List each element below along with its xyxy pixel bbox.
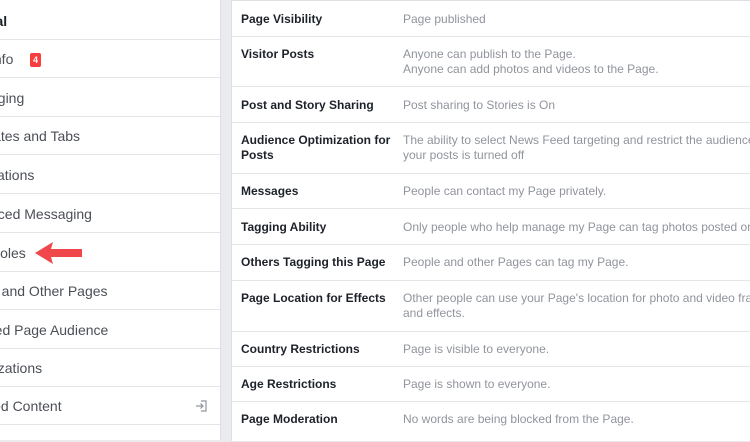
setting-row-page-location-effects[interactable]: Page Location for Effects Other people c… — [232, 281, 750, 332]
sidebar-item-label: led Content — [0, 398, 62, 414]
setting-row-tagging-ability[interactable]: Tagging Ability Only people who help man… — [232, 209, 750, 245]
setting-key: Tagging Ability — [241, 220, 327, 234]
setting-key: Others Tagging this Page — [241, 255, 386, 269]
sidebar-item-label: e and Other Pages — [0, 283, 108, 299]
sidebar-item-page-info[interactable]: Info 4 — [0, 40, 220, 78]
sidebar-item-messaging[interactable]: aging — [0, 79, 220, 117]
setting-value: The ability to select News Feed targetin… — [403, 133, 750, 147]
settings-panel: Page Visibility Page published Visitor P… — [231, 0, 750, 441]
setting-value: Anyone can add photos and videos to the … — [403, 62, 659, 76]
setting-value: People and other Pages can tag my Page. — [403, 255, 629, 269]
setting-value: Page published — [403, 12, 486, 26]
setting-key: Messages — [241, 184, 299, 198]
sidebar-item-advanced-messaging[interactable]: nced Messaging — [0, 195, 220, 233]
sidebar-item-page-roles[interactable]: Roles — [0, 234, 220, 272]
sidebar-item-preferred-page-audience[interactable]: red Page Audience — [0, 311, 220, 349]
setting-value: and effects. — [403, 306, 465, 320]
sidebar-item-label: red Page Audience — [0, 322, 109, 338]
settings-sidebar: ral Info 4 aging lates and Tabs cations … — [0, 0, 221, 440]
setting-key: Age Restrictions — [241, 377, 337, 391]
setting-value: No words are being blocked from the Page… — [403, 412, 634, 426]
setting-value: Only people who help manage my Page can … — [403, 220, 750, 234]
setting-key: Page Visibility — [241, 12, 323, 26]
sidebar-item-branded-content[interactable]: led Content — [0, 387, 220, 425]
setting-value: Anyone can publish to the Page. — [403, 47, 576, 61]
sidebar-item-label: rizations — [0, 360, 43, 376]
setting-row-age-restrictions[interactable]: Age Restrictions Page is shown to everyo… — [232, 367, 750, 402]
sidebar-item-label: lates and Tabs — [0, 128, 81, 144]
setting-row-audience-optimization[interactable]: Audience Optimization for Posts The abil… — [232, 123, 750, 174]
setting-row-messages[interactable]: Messages People can contact my Page priv… — [232, 174, 750, 209]
sidebar-item-label: ral — [0, 13, 8, 29]
sidebar-item-general[interactable]: ral — [0, 2, 220, 40]
setting-key: Post and Story Sharing — [241, 98, 374, 112]
sidebar-item-label: cations — [0, 167, 35, 183]
setting-key: Visitor Posts — [241, 47, 315, 61]
sidebar-item-notifications[interactable]: cations — [0, 156, 220, 194]
setting-row-page-visibility[interactable]: Page Visibility Page published — [232, 1, 750, 37]
setting-key: Page Location for Effects — [241, 291, 386, 305]
setting-value: People can contact my Page privately. — [403, 184, 607, 198]
sidebar-item-people-and-other-pages[interactable]: e and Other Pages — [0, 272, 220, 310]
setting-value: Post sharing to Stories is On — [403, 98, 556, 112]
sidebar-item-label: Info — [0, 51, 14, 67]
setting-key: Audience Optimization for — [241, 133, 391, 147]
setting-value: Page is visible to everyone. — [403, 342, 550, 356]
setting-key: Posts — [241, 148, 274, 162]
sidebar-item-label: Roles — [0, 245, 26, 261]
setting-row-visitor-posts[interactable]: Visitor Posts Anyone can publish to the … — [232, 37, 750, 87]
setting-row-page-moderation[interactable]: Page Moderation No words are being block… — [232, 402, 750, 442]
pointer-arrow-icon — [35, 242, 82, 264]
sidebar-item-templates-and-tabs[interactable]: lates and Tabs — [0, 117, 220, 155]
setting-row-country-restrictions[interactable]: Country Restrictions Page is visible to … — [232, 332, 750, 367]
sidebar-item-authorizations[interactable]: rizations — [0, 349, 220, 387]
sidebar-item-label: nced Messaging — [0, 206, 92, 222]
notification-badge: 4 — [30, 53, 41, 67]
sidebar-item-label: aging — [0, 90, 25, 106]
setting-key: Country Restrictions — [241, 342, 360, 356]
exit-icon[interactable] — [194, 399, 208, 413]
setting-value: Page is shown to everyone. — [403, 377, 551, 391]
setting-value: Other people can use your Page's locatio… — [403, 291, 750, 305]
setting-row-others-tagging[interactable]: Others Tagging this Page People and othe… — [232, 245, 750, 281]
setting-row-post-and-story-sharing[interactable]: Post and Story Sharing Post sharing to S… — [232, 87, 750, 123]
setting-key: Page Moderation — [241, 412, 338, 426]
setting-value: your posts is turned off — [403, 148, 525, 162]
